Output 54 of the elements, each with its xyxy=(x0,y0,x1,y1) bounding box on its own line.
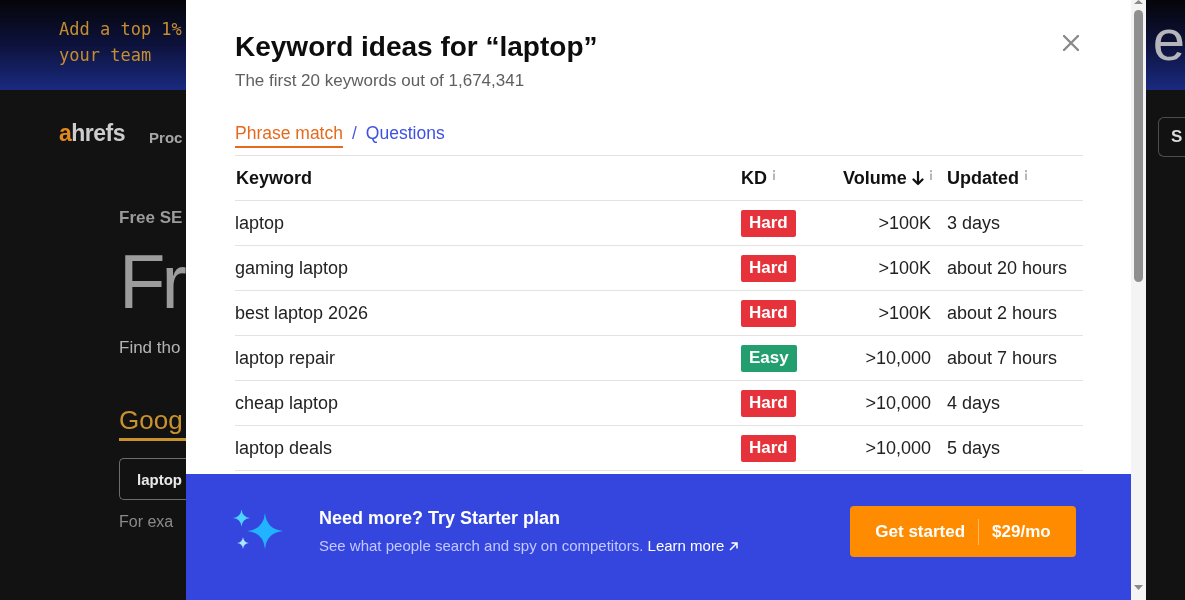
scroll-up-icon[interactable] xyxy=(1134,0,1143,4)
updated-text: 3 days xyxy=(947,212,1001,234)
updated-text: 5 days xyxy=(947,437,1001,459)
tab-separator: / xyxy=(351,122,357,144)
keyword-text: laptop deals xyxy=(235,437,333,459)
banner-text: Add a top 1% xyxy=(59,18,182,41)
keyword-text: laptop repair xyxy=(235,347,336,369)
column-header[interactable]: Keyword xyxy=(236,167,313,189)
volume-text: >10,000 xyxy=(865,392,931,414)
learn-more-link[interactable]: Learn more xyxy=(647,537,739,554)
volume-text: >100K xyxy=(878,212,931,234)
keyword-text: best laptop 2026 xyxy=(235,302,369,324)
eyebrow-text: Free SE xyxy=(119,207,183,229)
dialog-title: Keyword ideas for “laptop” xyxy=(235,30,598,64)
tab[interactable]: Questions xyxy=(365,122,445,148)
keyword-text: gaming laptop xyxy=(235,257,349,279)
arrow-up-right-icon xyxy=(729,542,739,551)
difficulty-badge: Hard xyxy=(741,389,796,417)
headline: Fr xyxy=(119,242,183,322)
difficulty-badge: Hard xyxy=(741,434,796,462)
column-header[interactable]: Volume xyxy=(843,167,907,189)
volume-text: >10,000 xyxy=(865,347,931,369)
updated-text: 4 days xyxy=(947,392,1001,414)
upgrade-description: See what people search and spy on competitors. Learn more xyxy=(319,535,739,557)
volume-text: >100K xyxy=(878,257,931,279)
difficulty-badge: Hard xyxy=(741,209,796,237)
close-icon xyxy=(1063,35,1079,51)
hint-text: For exa xyxy=(119,512,174,532)
volume-text: >10,000 xyxy=(865,437,931,459)
updated-text: about 7 hours xyxy=(947,347,1058,369)
dialog-subtitle: The first 20 keywords out of 1,674,341 xyxy=(235,70,525,92)
difficulty-badge: Hard xyxy=(741,299,796,327)
logo[interactable]: ahrefs xyxy=(59,119,126,147)
scrollbar-thumb[interactable] xyxy=(1134,10,1143,282)
keyword-text: cheap laptop xyxy=(235,392,339,414)
volume-text: >100K xyxy=(878,302,931,324)
updated-text: about 20 hours xyxy=(947,257,1068,279)
difficulty-badge: Easy xyxy=(741,344,797,372)
info-icon[interactable] xyxy=(928,170,933,180)
column-header[interactable]: Updated xyxy=(947,167,1019,189)
info-icon[interactable] xyxy=(772,170,776,180)
difficulty-badge: Hard xyxy=(741,254,796,282)
info-icon[interactable] xyxy=(1024,170,1028,180)
banner-heading: e xyxy=(1152,11,1185,69)
nav-link[interactable]: Proc xyxy=(149,128,183,146)
keyword-text: laptop xyxy=(235,212,285,234)
updated-text: about 2 hours xyxy=(947,302,1058,324)
lead-text: Find tho xyxy=(119,337,181,359)
scroll-down-icon[interactable] xyxy=(1134,585,1143,590)
header-button[interactable]: S xyxy=(1158,117,1185,157)
column-header[interactable]: KD xyxy=(741,167,767,189)
upgrade-title: Need more? Try Starter plan xyxy=(319,507,561,530)
banner-text: your team xyxy=(59,44,152,67)
sort-descending-icon[interactable] xyxy=(911,170,924,186)
